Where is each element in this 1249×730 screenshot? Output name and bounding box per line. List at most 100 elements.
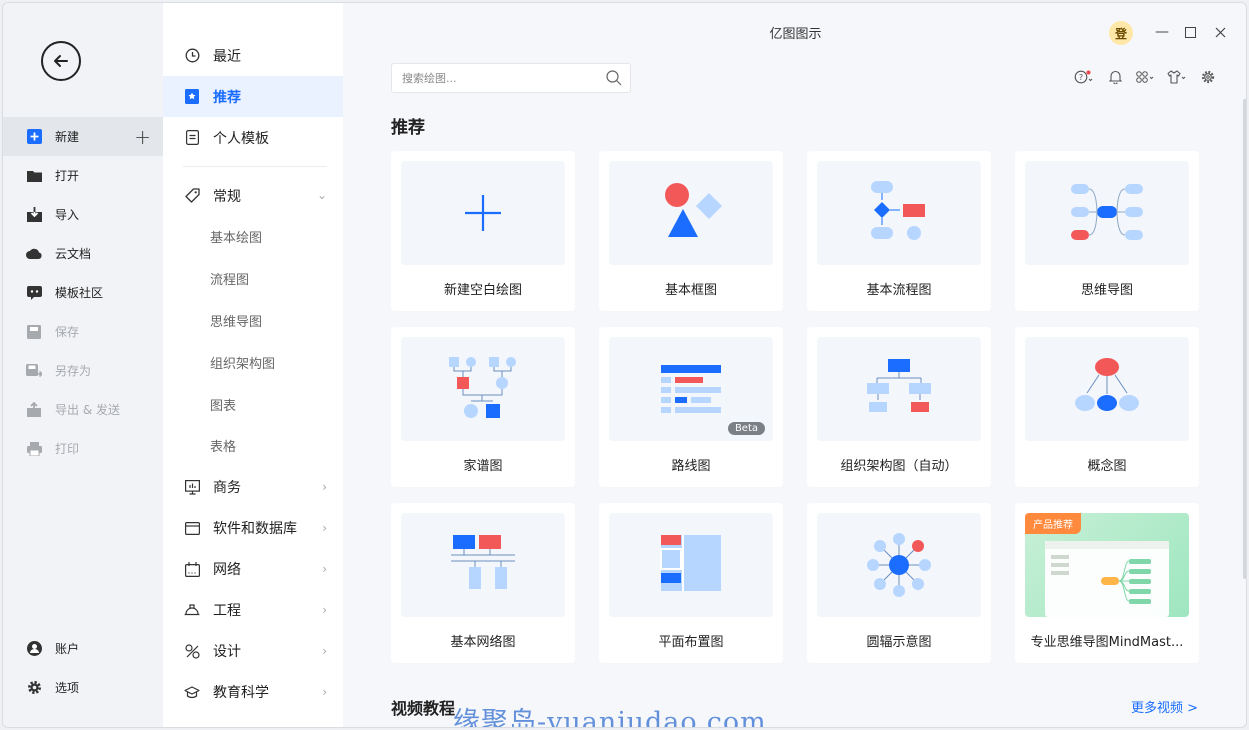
category-label: 设计 <box>213 644 241 661</box>
folder-icon <box>25 167 43 185</box>
card-label: 新建空白绘图 <box>443 283 522 298</box>
help-icon[interactable]: ? <box>1073 67 1095 87</box>
card-thumbnail <box>401 337 565 441</box>
category-recommended[interactable]: 推荐 <box>163 76 343 117</box>
subcategory-flowchart[interactable]: 流程图 <box>163 258 343 300</box>
left-nav-import[interactable]: 导入 <box>3 195 163 234</box>
promo-tag: 产品推荐 <box>1025 513 1081 534</box>
card-label: 思维导图 <box>1080 283 1133 298</box>
left-nav-community[interactable]: 模板社区 <box>3 273 163 312</box>
subcategory-basic-drawing[interactable]: 基本绘图 <box>163 216 343 258</box>
template-card-floor-plan[interactable]: 平面布置图 <box>599 503 783 663</box>
cloud-icon <box>25 245 43 263</box>
card-thumbnail <box>817 513 981 617</box>
section-title: 推荐 <box>391 118 425 138</box>
card-label: 家谱图 <box>463 459 503 474</box>
card-label: 概念图 <box>1087 459 1127 474</box>
left-nav-save[interactable]: 保存 <box>3 312 163 351</box>
maximize-button[interactable] <box>1179 21 1201 43</box>
graduation-icon <box>183 683 201 701</box>
search-icon[interactable] <box>606 70 622 90</box>
card-thumbnail <box>1025 337 1189 441</box>
left-nav-open[interactable]: 打开 <box>3 156 163 195</box>
template-card-mindmaster-promo[interactable]: 产品推荐 专业思维导图MindMast... <box>1015 503 1199 663</box>
chevron-right-icon: › <box>322 561 327 576</box>
subcategory-table[interactable]: 表格 <box>163 425 343 467</box>
template-card-network[interactable]: 基本网络图 <box>391 503 575 663</box>
mind-map-icon <box>1071 184 1143 240</box>
category-recent[interactable]: 最近 <box>163 35 343 76</box>
template-card-flowchart[interactable]: 基本流程图 <box>807 151 991 311</box>
left-nav-label: 新建 <box>55 130 80 144</box>
more-videos-link[interactable]: 更多视频 > <box>1131 697 1198 716</box>
category-nav: 最近 推荐 个人模板 常规 ⌄ 基本绘图 流程图 思维导图 组织架构图 图表 表… <box>163 3 343 727</box>
left-nav-label: 账户 <box>55 642 80 656</box>
concept-map-icon <box>1075 358 1139 411</box>
video-section-title: 视频教程 <box>391 699 456 718</box>
left-nav-cloud[interactable]: 云文档 <box>3 234 163 273</box>
save-as-icon <box>25 362 43 380</box>
back-arrow-icon <box>54 55 68 67</box>
add-icon[interactable]: + <box>134 125 151 149</box>
close-icon <box>1215 27 1225 37</box>
import-icon <box>25 206 43 224</box>
category-label: 个人模板 <box>213 130 269 147</box>
category-label: 商务 <box>213 480 241 497</box>
left-nav-new[interactable]: 新建 + <box>3 117 163 156</box>
template-card-radial[interactable]: 圆辐示意图 <box>807 503 991 663</box>
template-card-blank[interactable]: 新建空白绘图 <box>391 151 575 311</box>
left-nav: 新建 + 打开 导入 云文档 模板社区 保存 另存为 导出 & 发送 打印 账户… <box>3 3 163 727</box>
category-label: 最近 <box>213 48 241 65</box>
category-general[interactable]: 常规 ⌄ <box>163 175 343 216</box>
template-card-roadmap[interactable]: Beta 路线图 <box>599 327 783 487</box>
chevron-right-icon: › <box>322 602 327 617</box>
bell-icon[interactable] <box>1104 67 1126 87</box>
card-label: 平面布置图 <box>658 635 724 650</box>
login-avatar[interactable]: 登 <box>1109 21 1133 45</box>
left-nav-print[interactable]: 打印 <box>3 429 163 468</box>
search-input[interactable] <box>392 64 592 92</box>
close-button[interactable] <box>1209 21 1231 43</box>
back-button[interactable] <box>41 41 81 81</box>
category-software-database[interactable]: 软件和数据库 › <box>163 508 343 549</box>
category-education-science[interactable]: 教育科学 › <box>163 672 343 713</box>
apps-grid-icon[interactable] <box>1135 67 1157 87</box>
template-card-mind-map[interactable]: 思维导图 <box>1015 151 1199 311</box>
category-network[interactable]: 网络 › <box>163 549 343 590</box>
template-card-auto-org-chart[interactable]: 组织架构图（自动） <box>807 327 991 487</box>
settings-gear-icon[interactable] <box>1197 67 1219 87</box>
category-label: 工程 <box>213 603 241 620</box>
left-nav-export[interactable]: 导出 & 发送 <box>3 390 163 429</box>
card-thumbnail <box>1025 161 1189 265</box>
category-label: 网络 <box>213 562 241 579</box>
tag-icon <box>183 187 201 205</box>
category-engineering[interactable]: 工程 › <box>163 590 343 631</box>
left-nav-label: 保存 <box>55 325 80 339</box>
chevron-right-icon: › <box>322 520 327 535</box>
watermark-text: 缘聚岛-yuanjudao.com <box>453 707 767 728</box>
template-card-concept-map[interactable]: 概念图 <box>1015 327 1199 487</box>
category-business[interactable]: 商务 › <box>163 467 343 508</box>
new-file-icon <box>25 128 43 146</box>
chevron-right-icon: › <box>322 684 327 699</box>
card-thumbnail <box>609 513 773 617</box>
template-card-block-diagram[interactable]: 基本框图 <box>599 151 783 311</box>
network-icon <box>183 560 201 578</box>
left-nav-save-as[interactable]: 另存为 <box>3 351 163 390</box>
category-design[interactable]: 设计 › <box>163 631 343 672</box>
design-icon <box>183 642 201 660</box>
left-nav-account[interactable]: 账户 <box>3 629 163 668</box>
chevron-right-icon: › <box>322 479 327 494</box>
left-nav-label: 打开 <box>55 169 80 183</box>
subcategory-org-chart[interactable]: 组织架构图 <box>163 341 343 383</box>
minimize-button[interactable]: — <box>1151 21 1173 43</box>
window-icon <box>183 519 201 537</box>
subcategory-mind-map[interactable]: 思维导图 <box>163 300 343 342</box>
skin-shirt-icon[interactable] <box>1166 67 1188 87</box>
family-tree-icon <box>449 357 516 418</box>
scrollbar[interactable] <box>1243 99 1246 579</box>
left-nav-options[interactable]: 选项 <box>3 668 163 707</box>
category-personal-templates[interactable]: 个人模板 <box>163 117 343 158</box>
subcategory-chart[interactable]: 图表 <box>163 383 343 425</box>
template-card-family-tree[interactable]: 家谱图 <box>391 327 575 487</box>
